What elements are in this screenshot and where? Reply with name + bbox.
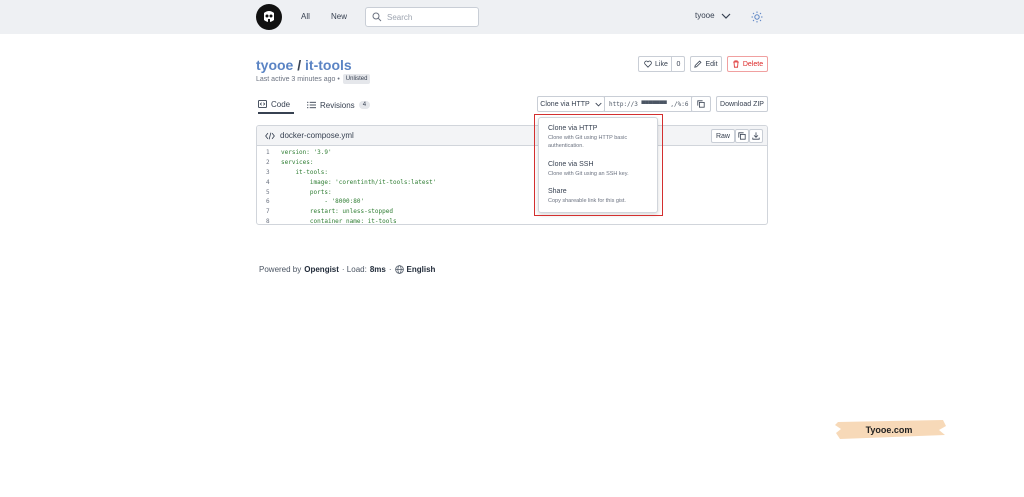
powered-by-text: Powered by xyxy=(259,265,302,274)
like-label: Like xyxy=(655,60,668,68)
line-text: it-tools: xyxy=(281,168,328,176)
clone-method-label: Clone via HTTP xyxy=(540,100,590,108)
load-value: 8ms xyxy=(369,265,386,274)
code-square-icon xyxy=(258,100,267,108)
watermark-text: Tyooe.com xyxy=(866,425,913,435)
line-text: services: xyxy=(281,159,314,167)
gist-meta: Last active 3 minutes ago • Unlisted xyxy=(256,74,371,84)
clone-method-select[interactable]: Clone via HTTP xyxy=(537,96,605,112)
code-line: 6 - '8000:80' xyxy=(257,197,767,207)
clone-url-field[interactable]: http://3 ▀▀▀▀▀▀▀ ,/%:6 xyxy=(604,96,692,112)
user-menu[interactable]: tyooe xyxy=(695,11,731,20)
copy-icon xyxy=(738,132,746,140)
line-number: 2 xyxy=(266,159,270,167)
gist-owner-link[interactable]: tyooe xyxy=(256,57,293,73)
line-number: 6 xyxy=(266,198,270,206)
line-number: 5 xyxy=(266,188,270,196)
search-input[interactable] xyxy=(387,12,477,22)
delete-button[interactable]: Delete xyxy=(727,56,768,72)
line-number: 4 xyxy=(266,178,270,186)
download-icon xyxy=(752,132,760,140)
copy-file-button[interactable] xyxy=(735,129,749,143)
search-icon xyxy=(372,12,382,22)
globe-icon xyxy=(394,265,404,274)
file-header: docker-compose.yml Raw xyxy=(257,126,767,146)
line-number: 1 xyxy=(266,149,270,157)
tab-revisions[interactable]: Revisions 4 xyxy=(307,96,371,114)
line-text: restart: unless-stopped xyxy=(281,208,393,216)
line-text: ports: xyxy=(281,188,332,196)
like-button[interactable]: Like 0 xyxy=(638,56,685,72)
line-text: - '8000:80' xyxy=(281,198,365,206)
line-text: version: '3.9' xyxy=(281,149,332,157)
revisions-count-badge: 4 xyxy=(358,101,371,109)
gopher-icon xyxy=(260,8,278,26)
nav-all-link[interactable]: All xyxy=(301,12,310,21)
last-active-text: Last active 3 minutes ago • xyxy=(256,75,340,83)
pencil-icon xyxy=(694,60,702,68)
tab-code[interactable]: Code xyxy=(258,96,294,114)
username: tyooe xyxy=(695,11,715,20)
code-line: 2 services: xyxy=(257,158,767,168)
tab-code-label: Code xyxy=(271,99,291,109)
edit-button[interactable]: Edit xyxy=(690,56,722,72)
line-number: 7 xyxy=(266,208,270,216)
chevron-down-icon xyxy=(595,102,602,107)
edit-label: Edit xyxy=(705,60,718,68)
gist-title: tyooe / it-tools xyxy=(256,57,352,73)
footer: Powered by Opengist · Load: 8ms · Englis… xyxy=(259,265,435,274)
visibility-badge: Unlisted xyxy=(342,74,371,84)
language-selector[interactable]: English xyxy=(407,265,436,274)
code-line: 8 container_name: it-tools xyxy=(257,217,767,225)
code-line: 7 restart: unless-stopped xyxy=(257,207,767,217)
title-separator: / xyxy=(297,57,302,73)
like-count: 0 xyxy=(671,57,685,71)
load-label: · Load: xyxy=(341,265,367,274)
nav-new-link[interactable]: New xyxy=(331,12,347,21)
delete-label: Delete xyxy=(742,60,764,68)
download-zip-button[interactable]: Download ZIP xyxy=(716,96,768,112)
line-text: container_name: it-tools xyxy=(281,217,397,225)
copy-icon xyxy=(697,100,705,108)
code-block: 1 version: '3.9' 2 services: 3 it-tools: 4… xyxy=(257,146,767,225)
navbar: All New tyooe xyxy=(0,0,1024,34)
file-name: docker-compose.yml xyxy=(280,131,354,140)
opengist-link[interactable]: Opengist xyxy=(304,265,339,274)
raw-button[interactable]: Raw xyxy=(711,129,735,143)
trash-icon xyxy=(733,60,739,68)
theme-toggle-sun-icon[interactable] xyxy=(751,11,763,23)
line-text: image: 'corentinth/it-tools:latest' xyxy=(281,178,437,186)
line-number: 3 xyxy=(266,168,270,176)
code-line: 4 image: 'corentinth/it-tools:latest' xyxy=(257,177,767,187)
chevron-down-icon xyxy=(721,13,731,19)
heart-icon xyxy=(644,60,652,68)
code-icon xyxy=(265,132,275,139)
search-box[interactable] xyxy=(365,7,479,27)
download-file-button[interactable] xyxy=(749,129,763,143)
copy-url-button[interactable] xyxy=(691,96,711,112)
annotation-highlight-box xyxy=(534,114,663,216)
gist-name-link[interactable]: it-tools xyxy=(305,57,352,73)
file-title: docker-compose.yml xyxy=(265,131,354,140)
code-line: 1 version: '3.9' xyxy=(257,148,767,158)
code-line: 3 it-tools: xyxy=(257,168,767,178)
tab-revisions-label: Revisions xyxy=(320,100,355,110)
file-viewer: docker-compose.yml Raw 1 version: '3.9' 2… xyxy=(256,125,768,225)
line-number: 8 xyxy=(266,217,270,225)
list-icon xyxy=(307,101,316,109)
tyooe-watermark-logo: Tyooe.com xyxy=(835,420,946,439)
footer-separator: · xyxy=(388,265,392,274)
opengist-logo-icon[interactable] xyxy=(256,4,282,30)
code-line: 5 ports: xyxy=(257,187,767,197)
